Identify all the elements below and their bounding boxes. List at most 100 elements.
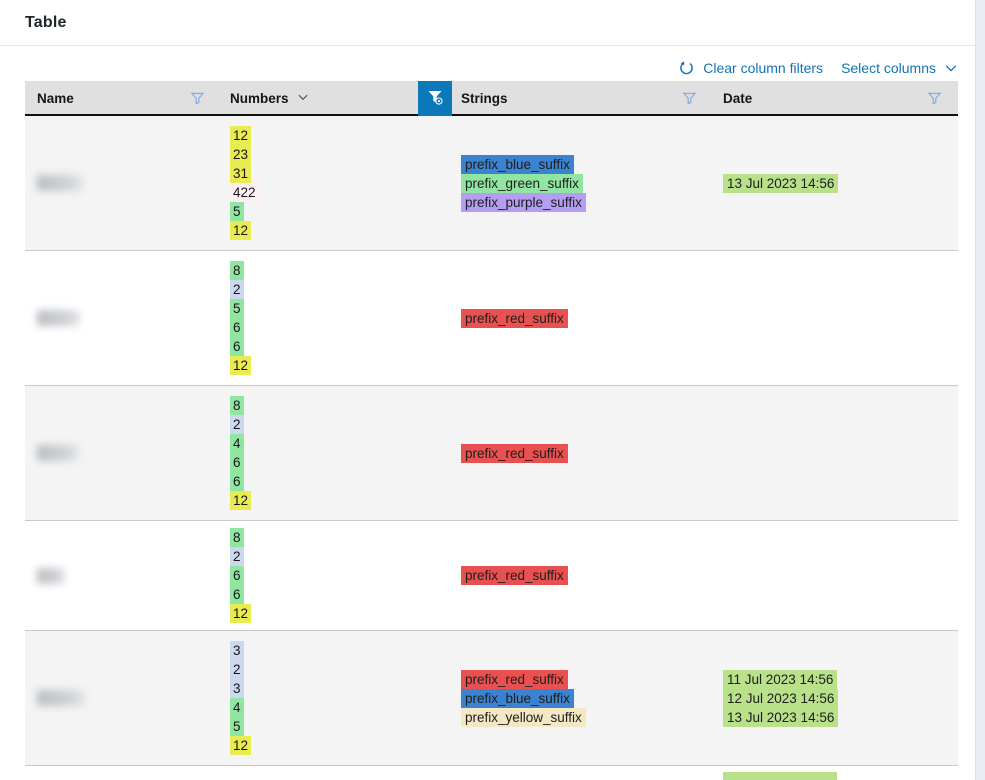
highlighted-number: 12 <box>230 736 251 755</box>
table-row[interactable]: 8246612prefix_red_suffix <box>25 386 958 521</box>
active-filter-button-numbers[interactable] <box>418 81 452 116</box>
highlighted-number: 2 <box>230 415 244 434</box>
data-table: Name Numbers <box>25 81 958 780</box>
strings-cell: prefix_red_suffix <box>452 396 707 510</box>
highlighted-number: 6 <box>230 337 244 356</box>
string-chip: prefix_blue_suffix <box>461 689 574 708</box>
name-cell <box>25 528 215 623</box>
highlighted-number: 5 <box>230 202 244 221</box>
highlighted-number: 12 <box>230 221 251 240</box>
clear-column-filters-label: Clear column filters <box>703 60 823 76</box>
filter-icon-date[interactable] <box>925 89 944 108</box>
highlighted-number: 8 <box>230 528 244 547</box>
column-header-date[interactable]: Date <box>707 81 958 116</box>
clear-column-filters-button[interactable]: Clear column filters <box>678 60 823 77</box>
column-label-strings: Strings <box>461 91 508 106</box>
highlighted-number: 12 <box>230 356 251 375</box>
table-toolbar: Clear column filters Select columns <box>25 55 958 81</box>
highlighted-number: 8 <box>230 396 244 415</box>
name-cell <box>25 261 215 375</box>
highlighted-number: 422 <box>230 183 259 202</box>
date-cell: 11 Jul 2023 14:5612 Jul 2023 14:5613 Jul… <box>707 641 958 755</box>
column-label-date: Date <box>723 91 752 106</box>
numbers-cell: 122331422512 <box>215 126 452 240</box>
date-cell <box>707 528 958 623</box>
date-cell <box>707 772 958 780</box>
highlighted-number: 8 <box>230 261 244 280</box>
highlighted-number: 5 <box>230 299 244 318</box>
name-cell <box>25 396 215 510</box>
name-cell <box>25 772 215 780</box>
date-chip: 12 Jul 2023 14:56 <box>723 689 838 708</box>
date-cell <box>707 396 958 510</box>
column-label-name: Name <box>37 91 74 106</box>
numbers-cell: 8246612 <box>215 396 452 510</box>
redacted-name <box>37 175 83 191</box>
chevron-down-icon <box>944 61 958 75</box>
string-chip: prefix_purple_suffix <box>461 193 586 212</box>
highlighted-number: 6 <box>230 472 244 491</box>
highlighted-number: 12 <box>230 604 251 623</box>
highlighted-number: 2 <box>230 280 244 299</box>
table-row[interactable]: 826612 prefix_red_suffix <box>25 521 958 631</box>
string-chip: prefix_blue_suffix <box>461 155 574 174</box>
sort-chevron-icon <box>297 91 309 106</box>
table-row[interactable]: 8256612prefix_red_suffix <box>25 251 958 386</box>
select-columns-label: Select columns <box>841 60 936 76</box>
highlighted-number: 4 <box>230 698 244 717</box>
name-cell <box>25 126 215 240</box>
date-chip: 13 Jul 2023 14:56 <box>723 174 838 193</box>
highlighted-number: 3 <box>230 679 244 698</box>
redacted-name <box>37 310 80 326</box>
column-label-numbers: Numbers <box>230 91 289 106</box>
title-bar: Table <box>0 0 985 46</box>
numbers-cell: 3234512 <box>215 641 452 755</box>
highlighted-number: 6 <box>230 585 244 604</box>
highlighted-number: 12 <box>230 126 251 145</box>
filter-icon-name[interactable] <box>188 89 207 108</box>
strings-cell: prefix_red_suffixprefix_blue_suffixprefi… <box>452 641 707 755</box>
redacted-name <box>37 690 85 706</box>
highlighted-number: 31 <box>230 164 251 183</box>
highlighted-number: 4 <box>230 434 244 453</box>
redacted-name <box>37 445 79 461</box>
string-chip: prefix_red_suffix <box>461 566 568 585</box>
column-header-numbers[interactable]: Numbers <box>215 81 452 116</box>
highlighted-number: 12 <box>230 491 251 510</box>
column-header-name[interactable]: Name <box>25 81 215 116</box>
date-chip: 11 Jul 2023 14:56 <box>723 670 837 689</box>
reset-icon <box>678 60 695 77</box>
table-row[interactable]: 122331422512prefix_blue_suffixprefix_gre… <box>25 116 958 251</box>
date-chip: 13 Jul 2023 14:56 <box>723 708 838 727</box>
redacted-name <box>37 568 65 584</box>
table-row[interactable]: 3234512prefix_red_suffixprefix_blue_suff… <box>25 631 958 766</box>
highlighted-number: 2 <box>230 660 244 679</box>
vertical-scrollbar[interactable] <box>975 0 985 780</box>
date-cell <box>707 261 958 375</box>
filter-icon-strings[interactable] <box>680 89 699 108</box>
highlighted-number: 5 <box>230 717 244 736</box>
strings-cell <box>452 772 707 780</box>
table-body: 122331422512prefix_blue_suffixprefix_gre… <box>25 116 958 780</box>
name-cell <box>25 641 215 755</box>
filter-applied-icon <box>427 89 443 108</box>
highlighted-number: 6 <box>230 453 244 472</box>
column-header-strings[interactable]: Strings <box>452 81 707 116</box>
page-title: Table <box>25 14 67 32</box>
highlighted-number: 3 <box>230 641 244 660</box>
table-page: Table Clear column filters Select column… <box>0 0 985 780</box>
table-header: Name Numbers <box>25 81 958 116</box>
highlighted-number: 6 <box>230 318 244 337</box>
date-chip <box>723 772 837 780</box>
highlighted-number: 6 <box>230 566 244 585</box>
select-columns-button[interactable]: Select columns <box>841 60 958 76</box>
string-chip: prefix_yellow_suffix <box>461 708 586 727</box>
numbers-cell: 826612 <box>215 528 452 623</box>
string-chip: prefix_red_suffix <box>461 444 568 463</box>
string-chip: prefix_green_suffix <box>461 174 583 193</box>
table-row[interactable] <box>25 766 958 780</box>
strings-cell: prefix_red_suffix <box>452 528 707 623</box>
numbers-cell: 8256612 <box>215 261 452 375</box>
strings-cell: prefix_blue_suffixprefix_green_suffixpre… <box>452 126 707 240</box>
string-chip: prefix_red_suffix <box>461 670 568 689</box>
